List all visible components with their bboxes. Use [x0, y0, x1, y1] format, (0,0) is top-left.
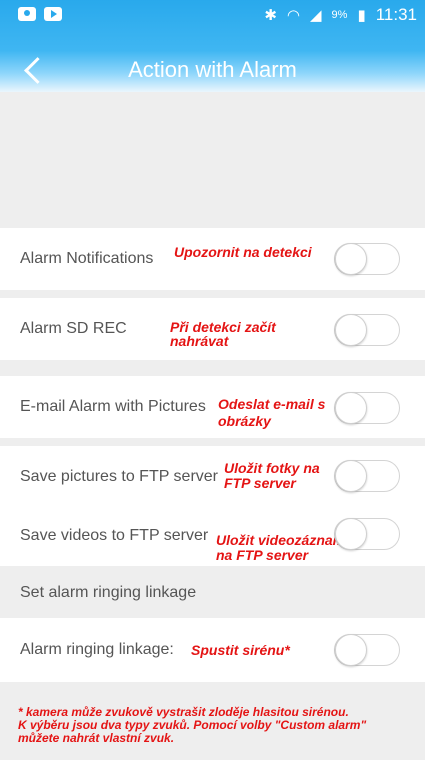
save-pictures-ftp-note-line1: Uložit fotky na [224, 460, 320, 476]
section-header: Set alarm ringing linkage [0, 566, 425, 614]
email-alarm-note-line1: Odeslat e-mail s [218, 396, 326, 412]
save-pictures-ftp-toggle[interactable] [334, 460, 400, 492]
row-alarm-notifications: Alarm Notifications Upozornit na detekci [0, 228, 425, 290]
email-alarm-toggle[interactable] [334, 392, 400, 424]
bluetooth-icon: ✱ [264, 7, 277, 24]
alarm-ringing-linkage-label: Alarm ringing linkage: [20, 641, 174, 658]
save-pictures-ftp-note-line2: FTP server [224, 475, 296, 491]
location-icon [18, 7, 36, 21]
alarm-ringing-linkage-note: Spustit sirénu* [191, 642, 290, 658]
signal-icon: ◢ [310, 7, 322, 24]
alarm-notifications-label: Alarm Notifications [20, 250, 154, 267]
row-email-alarm: E-mail Alarm with Pictures Odeslat e-mai… [0, 376, 425, 438]
save-pictures-ftp-label: Save pictures to FTP server [20, 468, 218, 485]
row-save-videos-ftp: Save videos to FTP server Uložit videozá… [0, 506, 425, 568]
toggle-knob [335, 460, 367, 492]
footnote: * kamera může zvukově vystrašit zloděje … [18, 706, 418, 745]
battery-level: 9% [331, 9, 348, 21]
email-alarm-label: E-mail Alarm with Pictures [20, 398, 206, 415]
row-save-pictures-ftp: Save pictures to FTP server Uložit fotky… [0, 446, 425, 508]
alarm-notifications-note: Upozornit na detekci [174, 244, 312, 260]
page-title: Action with Alarm [128, 57, 297, 82]
save-videos-ftp-note-line2: na FTP server [216, 547, 309, 563]
toggle-knob [335, 634, 367, 666]
toggle-knob [335, 518, 367, 550]
section-title: Set alarm ringing linkage [20, 584, 197, 601]
email-alarm-note-line2: obrázky [218, 413, 271, 429]
toggle-knob [335, 392, 367, 424]
battery-icon: ▮ [357, 7, 366, 24]
alarm-sd-rec-note-line2: nahrávat [170, 333, 229, 349]
save-videos-ftp-toggle[interactable] [334, 518, 400, 550]
status-bar: ✱ ◠ ◢ 9% ▮ 11:31 [0, 0, 425, 30]
row-alarm-ringing-linkage: Alarm ringing linkage: Spustit sirénu* [0, 618, 425, 682]
alarm-notifications-toggle[interactable] [334, 243, 400, 275]
save-videos-ftp-note-line1: Uložit videozáznamy [216, 532, 353, 548]
header-bar: ✱ ◠ ◢ 9% ▮ 11:31 Action with Alarm [0, 0, 425, 92]
alarm-ringing-linkage-toggle[interactable] [334, 634, 400, 666]
row-alarm-sd-rec: Alarm SD REC Při detekci začít nahrávat [0, 298, 425, 360]
toggle-knob [335, 314, 367, 346]
wifi-icon: ◠ [286, 7, 300, 24]
alarm-sd-rec-toggle[interactable] [334, 314, 400, 346]
alarm-sd-rec-note-line1: Při detekci začít [170, 319, 276, 335]
footnote-line: můžete nahrát vlastní zvuk. [18, 731, 175, 745]
toggle-knob [335, 243, 367, 275]
video-icon [44, 7, 62, 21]
clock: 11:31 [375, 5, 417, 24]
empty-panel [0, 92, 425, 225]
alarm-sd-rec-label: Alarm SD REC [20, 320, 127, 337]
save-videos-ftp-label: Save videos to FTP server [20, 527, 209, 544]
